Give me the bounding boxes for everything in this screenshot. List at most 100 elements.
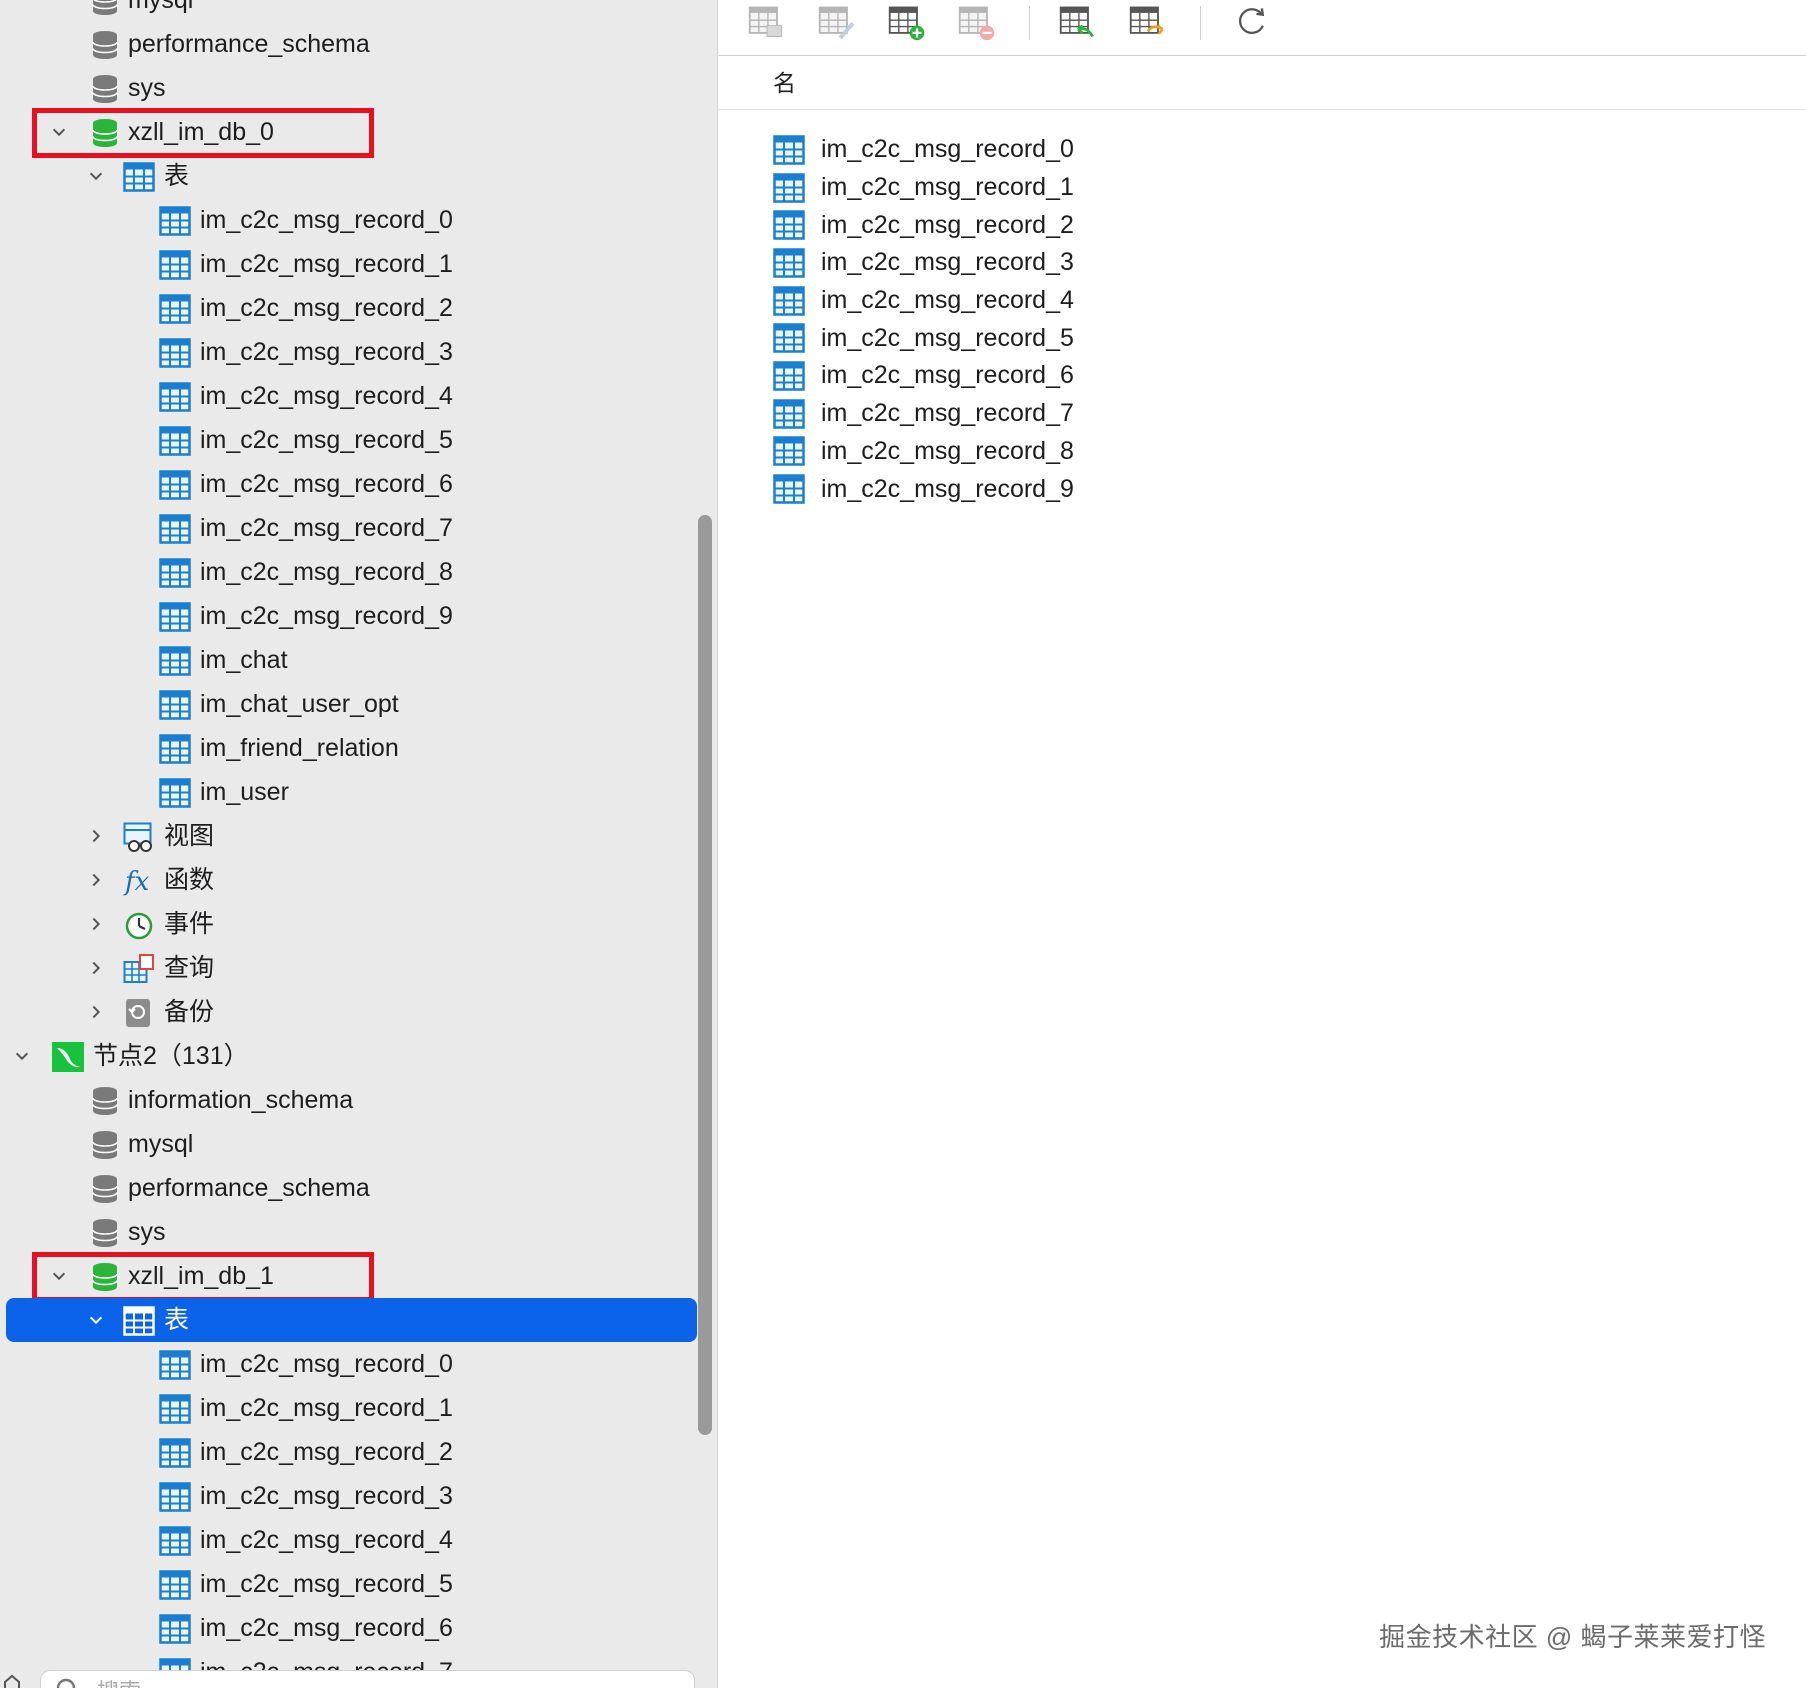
tree-item-table[interactable]: im_c2c_msg_record_0 bbox=[0, 198, 717, 242]
table-icon bbox=[773, 172, 805, 203]
tree-item-label: 备份 bbox=[164, 998, 215, 1026]
object-list-item[interactable]: im_c2c_msg_record_1 bbox=[773, 169, 1074, 207]
function-icon: fx bbox=[123, 866, 155, 896]
tree-item-table[interactable]: im_c2c_msg_record_4 bbox=[0, 374, 717, 418]
tree-item-label: xzll_im_db_1 bbox=[128, 1262, 274, 1290]
sidebar-scrollbar[interactable] bbox=[698, 515, 712, 1435]
table-icon bbox=[773, 248, 805, 278]
object-list-item[interactable]: im_c2c_msg_record_9 bbox=[773, 470, 1074, 508]
tree-item-views-folder[interactable]: 视图 bbox=[0, 814, 717, 858]
table-icon bbox=[773, 398, 805, 429]
import-button[interactable] bbox=[1056, 2, 1100, 46]
tree-item-table[interactable]: im_c2c_msg_record_7 bbox=[0, 506, 717, 550]
event-clock-icon bbox=[123, 910, 155, 940]
tree-item-functions-folder[interactable]: fx 函数 bbox=[0, 858, 717, 902]
tree-item-table[interactable]: im_c2c_msg_record_6 bbox=[0, 1606, 717, 1650]
chevron-right-icon[interactable] bbox=[84, 814, 108, 858]
toolbar-separator bbox=[1200, 6, 1201, 40]
table-icon bbox=[159, 1350, 191, 1380]
chevron-down-icon[interactable] bbox=[84, 154, 108, 198]
chevron-right-icon[interactable] bbox=[84, 902, 108, 946]
object-list-item[interactable]: im_c2c_msg_record_5 bbox=[773, 319, 1074, 357]
tree-item-tables-folder[interactable]: 表 bbox=[0, 154, 717, 198]
tree-item-table[interactable]: im_user bbox=[0, 770, 717, 814]
tree-item-table[interactable]: im_c2c_msg_record_5 bbox=[0, 1562, 717, 1606]
chevron-down-icon[interactable] bbox=[47, 1254, 71, 1298]
tree-item-table[interactable]: im_c2c_msg_record_9 bbox=[0, 594, 717, 638]
new-table-button[interactable] bbox=[885, 2, 929, 46]
table-icon bbox=[159, 1570, 191, 1600]
object-list-item[interactable]: im_c2c_msg_record_6 bbox=[773, 357, 1074, 395]
tree-item-label: 节点2（131） bbox=[93, 1042, 249, 1070]
tree-item-label: im_c2c_msg_record_0 bbox=[200, 206, 453, 234]
tree-item-label: im_c2c_msg_record_6 bbox=[200, 470, 453, 498]
object-list-item[interactable]: im_c2c_msg_record_7 bbox=[773, 395, 1074, 433]
tree-item-db-green[interactable]: xzll_im_db_0 bbox=[0, 110, 717, 154]
tree-item-label: sys bbox=[128, 74, 166, 102]
tree-item-events-folder[interactable]: 事件 bbox=[0, 902, 717, 946]
tree-item-db-gray[interactable]: sys bbox=[0, 66, 717, 110]
tree-item-backups-folder[interactable]: 备份 bbox=[0, 990, 717, 1034]
database-icon bbox=[89, 1130, 121, 1160]
tree-item-db-gray[interactable]: performance_schema bbox=[0, 1166, 717, 1210]
tree-item-db-gray[interactable]: mysql bbox=[0, 0, 717, 22]
chevron-right-icon[interactable] bbox=[84, 990, 108, 1034]
object-list-label: im_c2c_msg_record_6 bbox=[821, 361, 1074, 390]
object-list-item[interactable]: im_c2c_msg_record_8 bbox=[773, 433, 1074, 471]
table-icon bbox=[159, 382, 191, 412]
home-icon[interactable] bbox=[2, 1672, 22, 1688]
tree-item-db-gray[interactable]: mysql bbox=[0, 1122, 717, 1166]
table-icon bbox=[159, 294, 191, 324]
import-icon bbox=[1058, 2, 1098, 47]
tree-item-table[interactable]: im_c2c_msg_record_2 bbox=[0, 286, 717, 330]
database-icon bbox=[89, 1174, 121, 1204]
refresh-button[interactable] bbox=[1229, 2, 1273, 46]
tree-item-db-gray[interactable]: information_schema bbox=[0, 1078, 717, 1122]
table-icon bbox=[773, 285, 805, 316]
column-header-name[interactable]: 名 bbox=[719, 56, 1806, 110]
tree-item-table[interactable]: im_c2c_msg_record_3 bbox=[0, 1474, 717, 1518]
tree-item-db-gray[interactable]: sys bbox=[0, 1210, 717, 1254]
search-placeholder: 搜索 bbox=[97, 1674, 141, 1688]
chevron-right-icon[interactable] bbox=[84, 946, 108, 990]
tree-item-table[interactable]: im_friend_relation bbox=[0, 726, 717, 770]
chevron-right-icon[interactable] bbox=[84, 858, 108, 902]
tree-item-label: 事件 bbox=[164, 910, 215, 938]
tree-item-tables-folder[interactable]: 表 bbox=[6, 1298, 697, 1342]
table-icon bbox=[159, 1394, 191, 1424]
database-icon bbox=[89, 1218, 121, 1248]
tree-item-table[interactable]: im_c2c_msg_record_6 bbox=[0, 462, 717, 506]
toolbar-separator bbox=[1029, 6, 1030, 40]
tree-item-label: im_c2c_msg_record_4 bbox=[200, 1526, 453, 1554]
tree-item-table[interactable]: im_c2c_msg_record_4 bbox=[0, 1518, 717, 1562]
tree-item-table[interactable]: im_chat_user_opt bbox=[0, 682, 717, 726]
tree-item-connection[interactable]: 节点2（131） bbox=[0, 1034, 717, 1078]
design-table-button[interactable] bbox=[815, 2, 859, 46]
tree-item-queries-folder[interactable]: 查询 bbox=[0, 946, 717, 990]
tree-item-label: im_c2c_msg_record_9 bbox=[200, 602, 453, 630]
tree-item-table[interactable]: im_c2c_msg_record_1 bbox=[0, 242, 717, 286]
object-list-item[interactable]: im_c2c_msg_record_2 bbox=[773, 206, 1074, 244]
tree-item-table[interactable]: im_chat bbox=[0, 638, 717, 682]
tree-item-table[interactable]: im_c2c_msg_record_2 bbox=[0, 1430, 717, 1474]
object-list: im_c2c_msg_record_0 im_c2c_msg_record_1 … bbox=[773, 131, 1074, 508]
database-icon bbox=[89, 74, 121, 104]
tree-item-table[interactable]: im_c2c_msg_record_5 bbox=[0, 418, 717, 462]
chevron-down-icon[interactable] bbox=[84, 1298, 108, 1342]
chevron-down-icon[interactable] bbox=[47, 110, 71, 154]
object-list-item[interactable]: im_c2c_msg_record_3 bbox=[773, 244, 1074, 282]
object-list-item[interactable]: im_c2c_msg_record_4 bbox=[773, 282, 1074, 320]
export-button[interactable] bbox=[1126, 2, 1170, 46]
tree-item-table[interactable]: im_c2c_msg_record_0 bbox=[0, 1342, 717, 1386]
delete-table-button[interactable] bbox=[955, 2, 999, 46]
tree-item-table[interactable]: im_c2c_msg_record_3 bbox=[0, 330, 717, 374]
chevron-down-icon[interactable] bbox=[10, 1034, 34, 1078]
export-icon bbox=[1128, 2, 1168, 47]
tree-item-db-green[interactable]: xzll_im_db_1 bbox=[0, 1254, 717, 1298]
tree-item-table[interactable]: im_c2c_msg_record_1 bbox=[0, 1386, 717, 1430]
sidebar-search[interactable]: 搜索 bbox=[40, 1670, 695, 1688]
object-list-item[interactable]: im_c2c_msg_record_0 bbox=[773, 131, 1074, 169]
open-table-button[interactable] bbox=[745, 2, 789, 46]
tree-item-db-gray[interactable]: performance_schema bbox=[0, 22, 717, 66]
tree-item-table[interactable]: im_c2c_msg_record_8 bbox=[0, 550, 717, 594]
